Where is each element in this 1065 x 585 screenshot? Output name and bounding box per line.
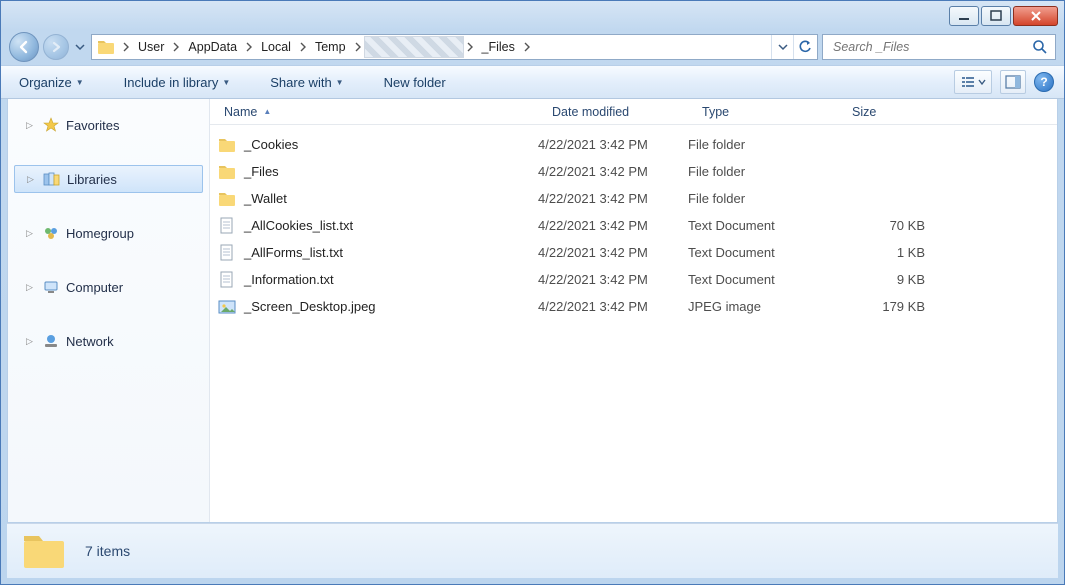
nav-libraries[interactable]: ▷ Libraries (14, 165, 203, 193)
file-row[interactable]: _AllCookies_list.txt4/22/2021 3:42 PMTex… (210, 212, 1057, 239)
file-size: 9 KB (838, 272, 933, 287)
include-in-library-menu[interactable]: Include in library▼ (116, 71, 239, 94)
new-folder-button[interactable]: New folder (376, 71, 454, 94)
file-date: 4/22/2021 3:42 PM (538, 272, 688, 287)
column-size[interactable]: Size (838, 105, 933, 119)
chevron-right-icon[interactable] (521, 42, 533, 52)
file-row[interactable]: _Cookies4/22/2021 3:42 PMFile folder (210, 131, 1057, 158)
breadcrumb-item[interactable]: _Files (476, 35, 521, 59)
file-row[interactable]: _Wallet4/22/2021 3:42 PMFile folder (210, 185, 1057, 212)
organize-menu[interactable]: Organize▼ (11, 71, 92, 94)
status-text: 7 items (85, 543, 130, 559)
navigation-pane: ▷ Favorites ▷ Libraries ▷ Homegroup ▷ Co… (8, 99, 210, 522)
computer-icon (42, 278, 60, 296)
breadcrumb-redacted[interactable] (364, 36, 464, 58)
file-type: JPEG image (688, 299, 838, 314)
column-type[interactable]: Type (688, 105, 838, 119)
nav-network[interactable]: ▷ Network (14, 327, 203, 355)
network-icon (42, 332, 60, 350)
preview-pane-button[interactable] (1000, 70, 1026, 94)
help-button[interactable]: ? (1034, 72, 1054, 92)
file-date: 4/22/2021 3:42 PM (538, 137, 688, 152)
file-date: 4/22/2021 3:42 PM (538, 299, 688, 314)
txt-icon (210, 217, 244, 235)
file-size: 1 KB (838, 245, 933, 260)
minimize-button[interactable] (949, 6, 979, 26)
history-dropdown[interactable] (73, 33, 87, 61)
file-size: 179 KB (838, 299, 933, 314)
column-name[interactable]: Name▲ (210, 105, 538, 119)
file-date: 4/22/2021 3:42 PM (538, 245, 688, 260)
breadcrumb-item[interactable]: Temp (309, 35, 352, 59)
file-type: File folder (688, 164, 838, 179)
details-pane: 7 items (7, 523, 1058, 578)
libraries-icon (43, 170, 61, 188)
share-with-menu[interactable]: Share with▼ (262, 71, 351, 94)
folder-icon (21, 530, 67, 572)
file-type: File folder (688, 137, 838, 152)
file-row[interactable]: _Information.txt4/22/2021 3:42 PMText Do… (210, 266, 1057, 293)
view-options-button[interactable] (954, 70, 992, 94)
file-type: Text Document (688, 272, 838, 287)
file-name: _AllCookies_list.txt (244, 218, 538, 233)
file-date: 4/22/2021 3:42 PM (538, 164, 688, 179)
nav-computer[interactable]: ▷ Computer (14, 273, 203, 301)
address-bar[interactable]: User AppData Local Temp _Files (91, 34, 818, 60)
txt-icon (210, 271, 244, 289)
search-input[interactable] (833, 40, 1031, 54)
file-row[interactable]: _AllForms_list.txt4/22/2021 3:42 PMText … (210, 239, 1057, 266)
file-row[interactable]: _Files4/22/2021 3:42 PMFile folder (210, 158, 1057, 185)
file-type: Text Document (688, 218, 838, 233)
refresh-button[interactable] (793, 35, 815, 59)
search-icon[interactable] (1031, 38, 1049, 56)
homegroup-icon (42, 224, 60, 242)
explorer-window: User AppData Local Temp _Files Organize▼ Inc… (0, 0, 1065, 585)
command-bar: Organize▼ Include in library▼ Share with… (1, 65, 1064, 99)
breadcrumb-item[interactable]: Local (255, 35, 297, 59)
folder-icon (210, 191, 244, 207)
file-type: Text Document (688, 245, 838, 260)
navigation-row: User AppData Local Temp _Files (1, 29, 1064, 65)
file-name: _AllForms_list.txt (244, 245, 538, 260)
file-date: 4/22/2021 3:42 PM (538, 191, 688, 206)
chevron-right-icon[interactable] (170, 42, 182, 52)
chevron-right-icon[interactable] (352, 42, 364, 52)
sort-ascending-icon: ▲ (263, 107, 271, 116)
maximize-button[interactable] (981, 6, 1011, 26)
chevron-right-icon[interactable] (297, 42, 309, 52)
back-button[interactable] (9, 32, 39, 62)
content-area: ▷ Favorites ▷ Libraries ▷ Homegroup ▷ Co… (7, 99, 1058, 523)
breadcrumb-item[interactable]: AppData (182, 35, 243, 59)
nav-favorites[interactable]: ▷ Favorites (14, 111, 203, 139)
file-date: 4/22/2021 3:42 PM (538, 218, 688, 233)
file-size: 70 KB (838, 218, 933, 233)
file-list-pane: Name▲ Date modified Type Size _Cookies4/… (210, 99, 1057, 522)
titlebar (1, 1, 1064, 29)
chevron-right-icon[interactable] (243, 42, 255, 52)
chevron-right-icon[interactable] (464, 42, 476, 52)
folder-icon (96, 37, 116, 57)
file-name: _Cookies (244, 137, 538, 152)
file-row[interactable]: _Screen_Desktop.jpeg4/22/2021 3:42 PMJPE… (210, 293, 1057, 320)
breadcrumb-item[interactable]: User (132, 35, 170, 59)
chevron-right-icon[interactable] (120, 42, 132, 52)
star-icon (42, 116, 60, 134)
search-box[interactable] (822, 34, 1056, 60)
forward-button[interactable] (43, 34, 69, 60)
file-name: _Information.txt (244, 272, 538, 287)
nav-homegroup[interactable]: ▷ Homegroup (14, 219, 203, 247)
column-date[interactable]: Date modified (538, 105, 688, 119)
column-headers: Name▲ Date modified Type Size (210, 99, 1057, 125)
file-name: _Files (244, 164, 538, 179)
address-dropdown[interactable] (771, 35, 793, 59)
folder-icon (210, 164, 244, 180)
image-icon (210, 299, 244, 315)
file-name: _Wallet (244, 191, 538, 206)
file-type: File folder (688, 191, 838, 206)
folder-icon (210, 137, 244, 153)
close-button[interactable] (1013, 6, 1058, 26)
txt-icon (210, 244, 244, 262)
file-name: _Screen_Desktop.jpeg (244, 299, 538, 314)
